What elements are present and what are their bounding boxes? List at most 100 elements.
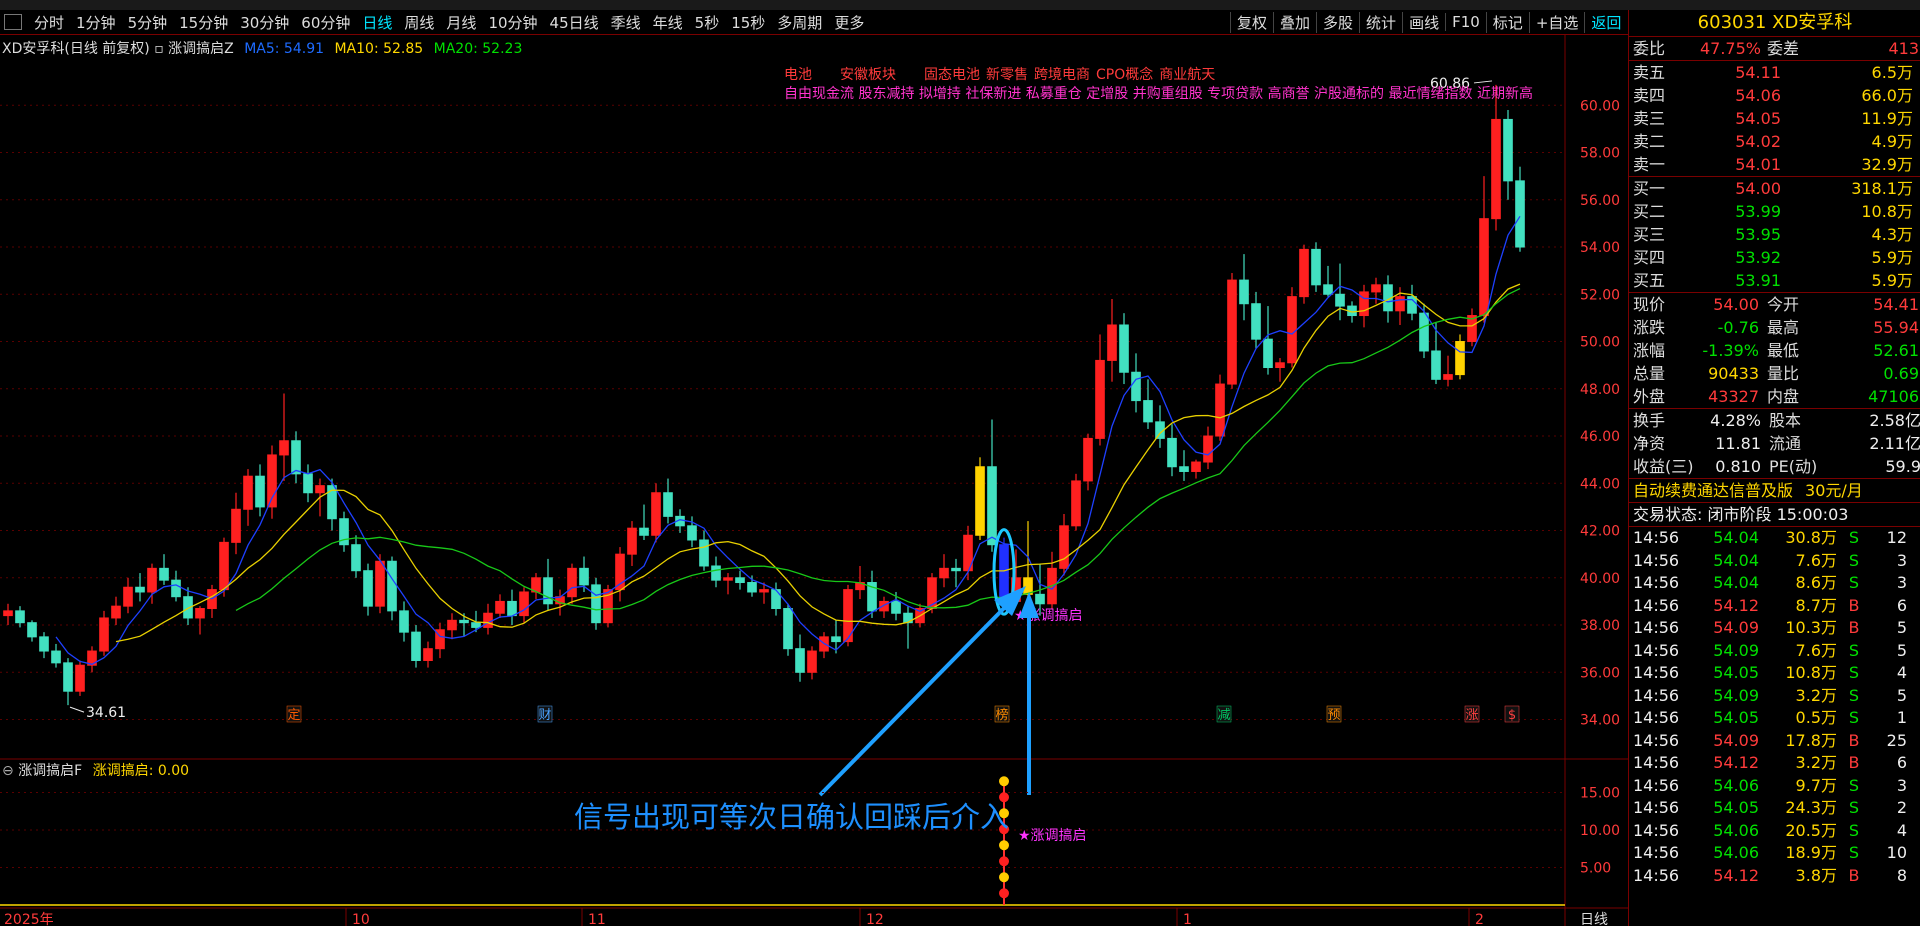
tool-button-6[interactable]: 标记 [1485,11,1529,33]
tick-row[interactable]: 14:56 54.12 3.2万 B 6 [1629,752,1920,775]
tool-button-2[interactable]: 多股 [1316,11,1359,33]
candle-body[interactable] [1503,118,1513,182]
event-marker[interactable]: 预 [1326,705,1342,723]
candle-body[interactable] [1059,525,1069,569]
candle-body[interactable] [1227,279,1237,385]
candle-body[interactable] [1371,284,1381,293]
candle-body[interactable] [231,508,241,543]
asks-row[interactable]: 卖五 54.11 6.5万 [1629,61,1920,84]
candle-body[interactable] [423,648,433,661]
tick-row[interactable]: 14:56 54.05 24.3万 S 2 [1629,797,1920,820]
concept-tag[interactable]: 固态电池 [924,67,980,83]
candle-body[interactable] [567,567,577,598]
period-1[interactable]: 1分钟 [70,12,122,33]
tick-row[interactable]: 14:56 54.05 0.5万 S 1 [1629,707,1920,730]
candle-body[interactable] [243,475,253,510]
candle-body[interactable] [591,584,601,624]
tick-row[interactable]: 14:56 54.04 30.8万 S 12 [1629,527,1920,550]
candle-body[interactable] [1323,284,1333,295]
candle-body[interactable] [1131,371,1141,402]
tick-row[interactable]: 14:56 54.04 8.6万 S 3 [1629,572,1920,595]
tool-button-5[interactable]: F10 [1445,13,1486,31]
candle-body[interactable] [171,579,181,598]
bids-row[interactable]: 买二 53.99 10.8万 [1629,200,1920,223]
candle-body[interactable] [1035,593,1045,605]
promo-row[interactable]: 自动续费通达信普及版 30元/月 [1629,479,1920,503]
candle-body[interactable] [51,650,61,664]
candle-body[interactable] [627,527,637,555]
candle-body[interactable] [147,567,157,593]
bids-row[interactable]: 买一 54.00 318.1万 [1629,177,1920,200]
concept-tag[interactable]: 电池 [784,67,812,83]
candle-body[interactable] [471,622,481,628]
tick-row[interactable]: 14:56 54.09 10.3万 B 5 [1629,617,1920,640]
candle-body[interactable] [1287,296,1297,364]
candle-body[interactable] [399,610,409,633]
candle-body[interactable] [255,475,265,508]
candle-body[interactable] [1023,577,1033,595]
tool-button-4[interactable]: 画线 [1402,11,1445,33]
bids-row[interactable]: 买五 53.91 5.9万 [1629,269,1920,292]
period-11[interactable]: 季线 [605,12,647,33]
layout-toggle-icon[interactable] [4,14,22,30]
tick-list[interactable]: 14:56 54.04 30.8万 S 12 14:56 54.04 7.6万 S 3 14:56 5… [1629,527,1920,887]
period-10[interactable]: 45日线 [544,12,605,33]
candle-body[interactable] [1239,279,1249,305]
candle-body[interactable] [543,577,553,605]
candle-body[interactable] [1431,350,1441,380]
tick-row[interactable]: 14:56 54.12 8.7万 B 6 [1629,595,1920,618]
candle-body[interactable] [111,605,121,619]
event-marker[interactable]: 减 [1216,705,1232,723]
candle-body[interactable] [1455,341,1465,376]
candle-body[interactable] [579,567,589,586]
tick-row[interactable]: 14:56 54.09 3.2万 S 5 [1629,685,1920,708]
candle-body[interactable] [951,567,961,572]
candle-body[interactable] [927,577,937,610]
collapse-icon[interactable]: ⊖ [2,763,18,779]
asks-row[interactable]: 卖一 54.01 32.9万 [1629,153,1920,176]
candle-body[interactable] [1191,461,1201,472]
candle-body[interactable] [831,636,841,643]
indicator-name[interactable]: 涨调搞启Z [168,41,234,57]
event-marker[interactable]: 涨 [1464,705,1480,723]
asks-row[interactable]: 卖四 54.06 66.0万 [1629,84,1920,107]
candle-body[interactable] [1335,293,1345,307]
candle-body[interactable] [291,440,301,475]
period-5[interactable]: 60分钟 [295,12,356,33]
candle-body[interactable] [1179,466,1189,472]
period-7[interactable]: 周线 [398,12,440,33]
stock-code-name[interactable]: 603031 XD安孚科 [1629,10,1920,37]
period-0[interactable]: 分时 [28,12,70,33]
candle-body[interactable] [315,485,325,494]
candle-body[interactable] [771,589,781,610]
candle-body[interactable] [1251,303,1261,340]
kline-chart-area[interactable]: 60.00 58.00 56.00 54.00 52.00 50.00 48.00 46.00… [0,35,1628,926]
tick-row[interactable]: 14:56 54.06 9.7万 S 3 [1629,775,1920,798]
period-3[interactable]: 15分钟 [173,12,234,33]
candle-body[interactable] [1167,437,1177,468]
event-marker[interactable]: 财 [537,705,553,723]
candle-body[interactable] [75,664,85,692]
tick-row[interactable]: 14:56 54.06 20.5万 S 4 [1629,820,1920,843]
period-14[interactable]: 15秒 [725,12,771,33]
candle-body[interactable] [1395,296,1405,312]
candle-body[interactable] [1359,291,1369,317]
asks-row[interactable]: 卖二 54.02 4.9万 [1629,130,1920,153]
candle-body[interactable] [711,565,721,581]
candle-body[interactable] [939,567,949,579]
candle-body[interactable] [483,612,493,628]
period-12[interactable]: 年线 [647,12,689,33]
candle-body[interactable] [459,619,469,624]
candle-body[interactable] [1143,400,1153,423]
candle-body[interactable] [1107,324,1117,361]
candle-body[interactable] [1515,180,1525,248]
candle-body[interactable] [699,539,709,567]
candle-body[interactable] [1419,312,1429,352]
candle-body[interactable] [1479,218,1489,317]
period-8[interactable]: 月线 [440,12,482,33]
candle-body[interactable] [279,440,289,456]
candle-body[interactable] [351,544,361,572]
candle-body[interactable] [375,560,385,607]
concept-tag[interactable]: CPO概念 [1096,67,1153,83]
tool-button-8[interactable]: 返回 [1584,11,1627,33]
